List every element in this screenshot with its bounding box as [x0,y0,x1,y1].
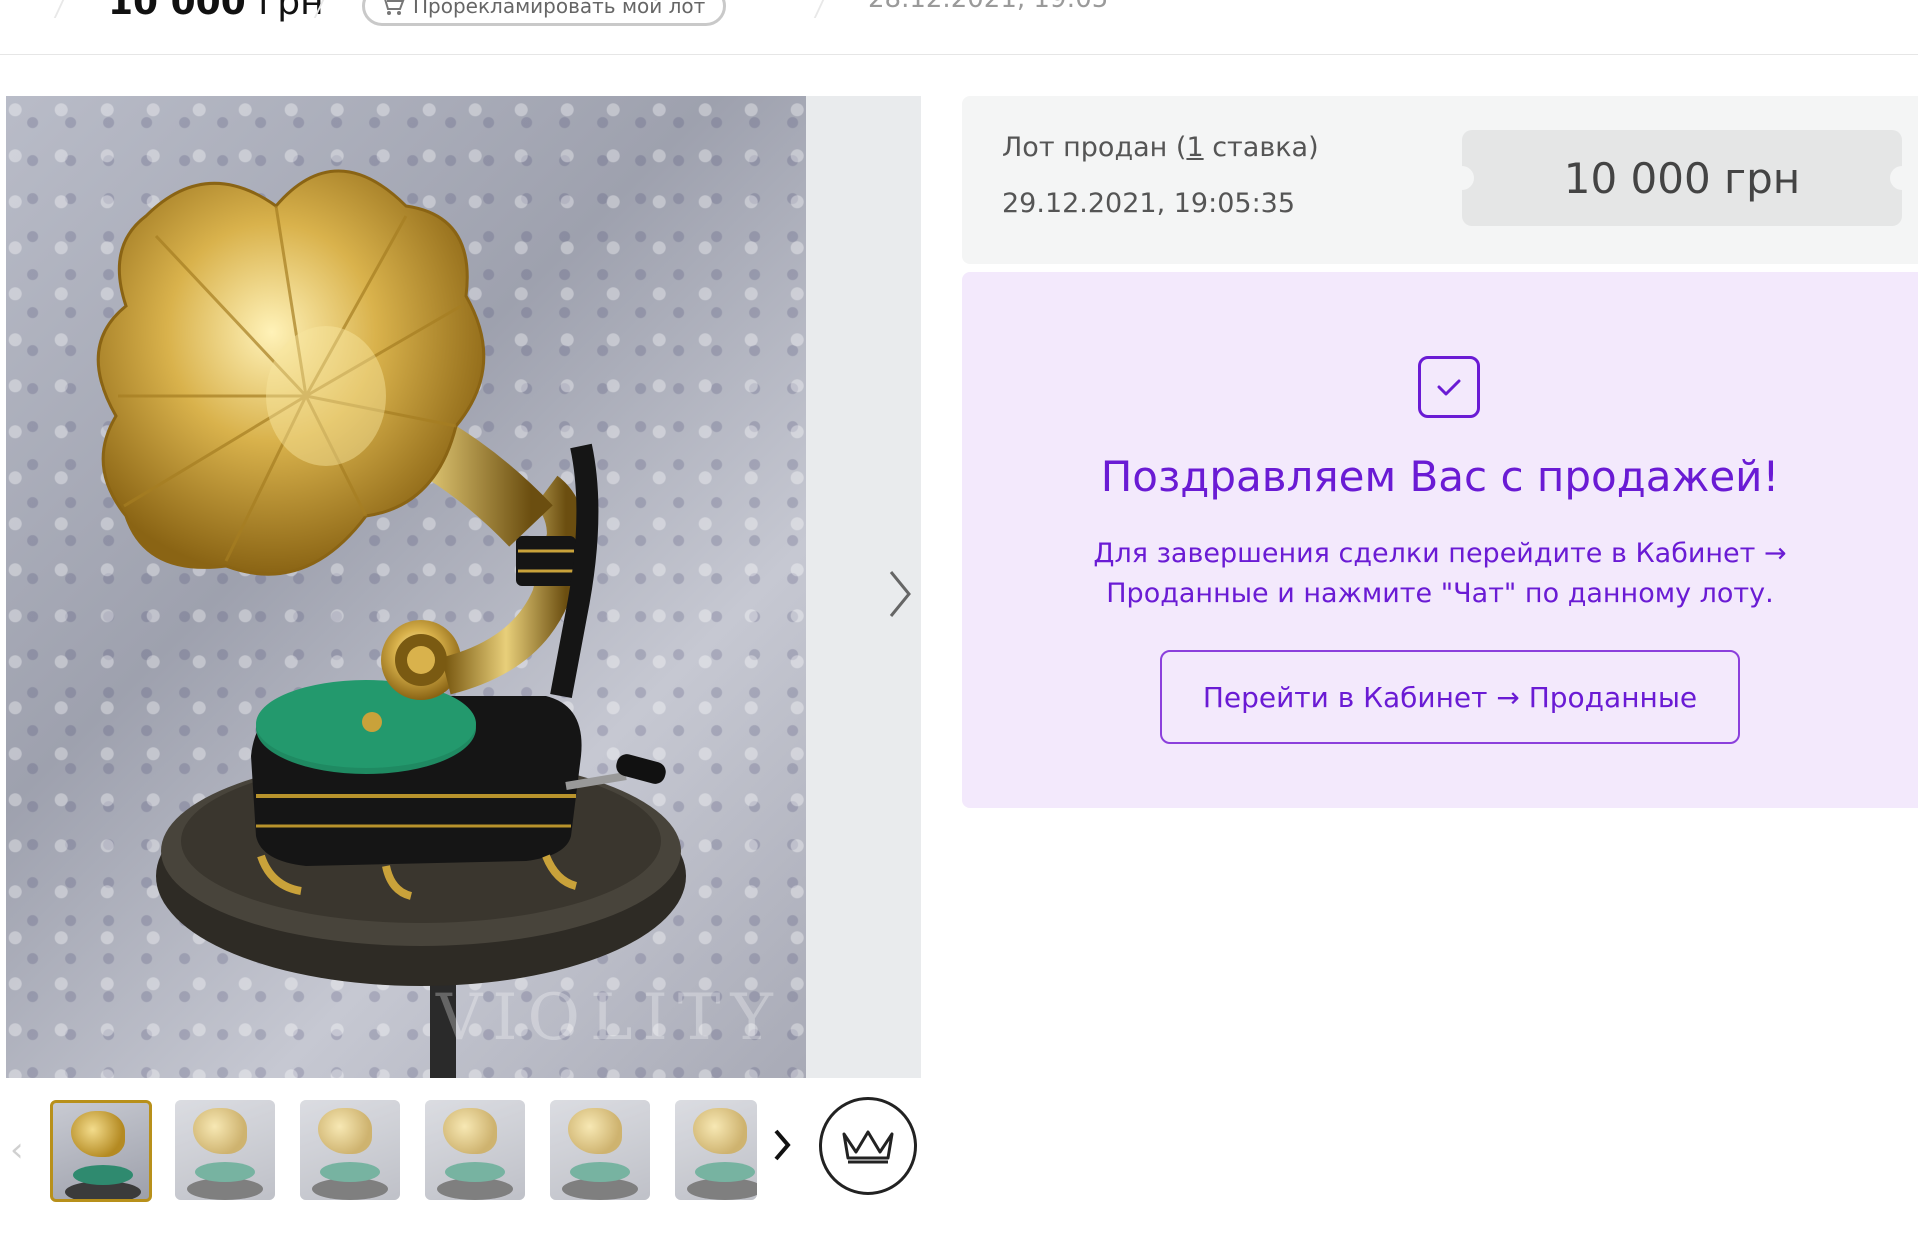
final-price: 10 000 грн [1450,130,1914,226]
sold-prefix: Лот продан ( [1002,132,1187,163]
thumbnail-5[interactable] [550,1100,650,1200]
watermark: VIOLITY [436,981,783,1055]
gramophone-image [96,169,686,1078]
sold-suffix: ставка) [1203,132,1319,163]
congrats-title: Поздравляем Вас с продажей! [1100,452,1780,501]
top-price-amount: 10 000 [108,0,246,23]
thumbs-prev-chevron-left-icon[interactable]: ‹ [10,1130,24,1170]
sold-datetime: 29.12.2021, 19:05:35 [1002,188,1296,219]
thumbnail-6[interactable] [675,1100,757,1200]
top-price: 10 000 грн [108,0,324,23]
crown-button[interactable] [819,1097,917,1195]
divider [813,0,825,18]
next-photo-chevron-right-icon[interactable] [879,564,919,624]
crown-icon [842,1130,894,1164]
image-gallery: VIOLITY [6,96,921,1078]
thumbnail-3[interactable] [300,1100,400,1200]
lot-sold-status: Лот продан (1 ставка) [1002,132,1319,163]
check-icon [1418,356,1480,418]
main-photo[interactable]: VIOLITY [6,96,806,1078]
cart-icon [381,0,405,15]
top-bar: 10 000 грн Прорекламировать мой лот 28.1… [0,0,1918,55]
bid-count-link[interactable]: 1 [1186,132,1203,163]
top-date: 28.12.2021, 19:05 [868,0,1108,14]
lot-status-card: Лот продан (1 ставка) 29.12.2021, 19:05:… [962,96,1918,264]
divider [53,0,65,18]
top-price-currency: грн [258,0,324,23]
thumbs-next-chevron-right-icon[interactable] [770,1125,794,1165]
thumbnail-4[interactable] [425,1100,525,1200]
promote-lot-label: Прорекламировать мой лот [413,0,706,18]
thumbnail-1[interactable] [50,1100,152,1202]
go-to-sold-button[interactable]: Перейти в Кабинет → Проданные [1160,650,1740,744]
thumbnail-2[interactable] [175,1100,275,1200]
congrats-text: Для завершения сделки перейдите в Кабине… [1093,538,1787,609]
congrats-panel: Поздравляем Вас с продажей! Для завершен… [962,272,1918,808]
thumbnail-strip: ‹ [0,1090,770,1202]
promote-lot-button[interactable]: Прорекламировать мой лот [362,0,727,26]
